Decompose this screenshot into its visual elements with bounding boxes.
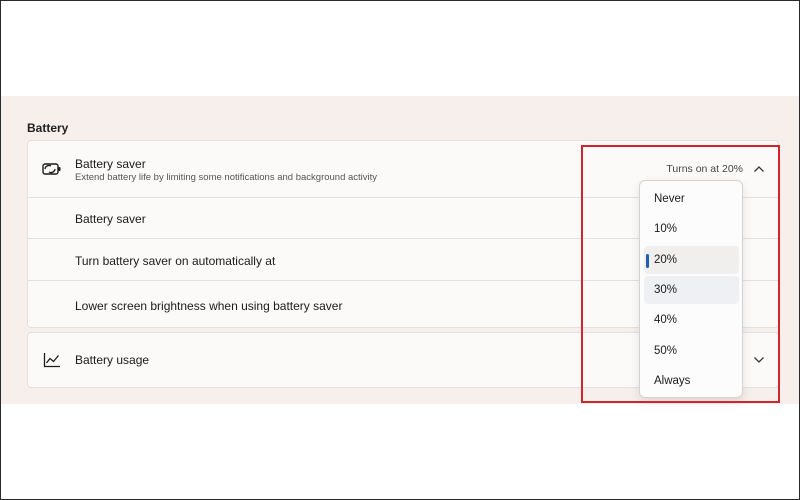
battery-saver-toggle-label: Battery saver xyxy=(75,212,146,226)
lower-brightness-label: Lower screen brightness when using batte… xyxy=(75,299,343,313)
line-chart-icon xyxy=(41,349,63,371)
section-title: Battery xyxy=(27,121,69,135)
battery-saver-subtitle: Extend battery life by limiting some not… xyxy=(75,172,378,183)
battery-usage-title: Battery usage xyxy=(75,353,150,367)
battery-saver-title: Battery saver xyxy=(75,157,146,171)
annotation-highlight-box xyxy=(581,145,780,403)
battery-saver-icon xyxy=(41,158,63,180)
auto-on-threshold-label: Turn battery saver on automatically at xyxy=(75,254,276,268)
